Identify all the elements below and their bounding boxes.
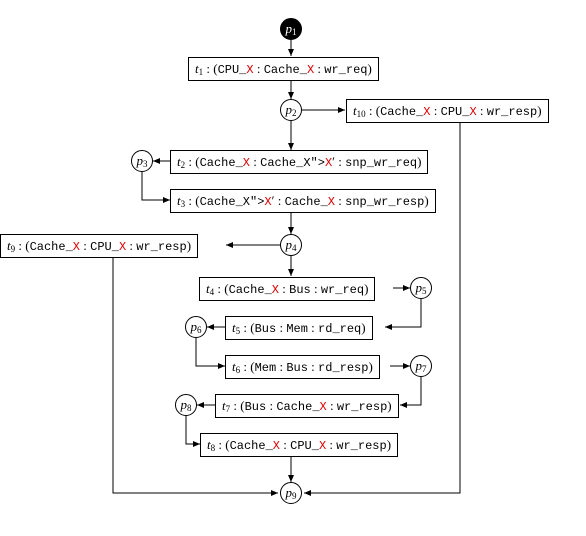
transition-t8: t8 : (Cache_X : CPU_X : wr_resp) (200, 433, 398, 457)
transition-t4: t4 : (Cache_X : Bus : wr_req) (199, 277, 375, 301)
place-label: p8 (181, 397, 192, 413)
place-label: p9 (286, 485, 297, 501)
transition-t1: t1 : (CPU_X : Cache_X : wr_req) (188, 57, 379, 81)
place-p7: p7 (410, 355, 432, 377)
place-p2: p2 (280, 99, 302, 121)
petri-net-diagram: p1 p2 p3 p4 p5 p6 p7 p8 p9 t1 : (CPU_X :… (0, 0, 586, 536)
place-label: p6 (191, 319, 202, 335)
place-label: p4 (286, 237, 297, 253)
place-p9: p9 (280, 482, 302, 504)
transition-t5: t5 : (Bus : Mem : rd_req) (225, 316, 373, 340)
place-p6: p6 (185, 316, 207, 338)
place-label: p1 (286, 21, 297, 37)
place-p5: p5 (410, 277, 432, 299)
place-label: p7 (416, 358, 427, 374)
place-p8: p8 (175, 394, 197, 416)
place-p3: p3 (131, 150, 153, 172)
place-label: p5 (416, 280, 427, 296)
transition-t9: t9 : (Cache_X : CPU_X : wr_resp) (0, 234, 198, 258)
transition-t10: t10 : (Cache_X : CPU_X : wr_resp) (346, 99, 549, 123)
transition-t7: t7 : (Bus : Cache_X : wr_resp) (215, 394, 399, 418)
transition-t3: t3 : (Cache_X">X′ : Cache_X : snp_wr_res… (170, 189, 436, 213)
transition-t2: t2 : (Cache_X : Cache_X">X′ : snp_wr_req… (170, 150, 428, 174)
place-label: p2 (286, 102, 297, 118)
transition-t6: t6 : (Mem : Bus : rd_resp) (225, 355, 380, 379)
place-label: p3 (137, 153, 148, 169)
place-p1: p1 (280, 18, 302, 40)
place-p4: p4 (280, 234, 302, 256)
